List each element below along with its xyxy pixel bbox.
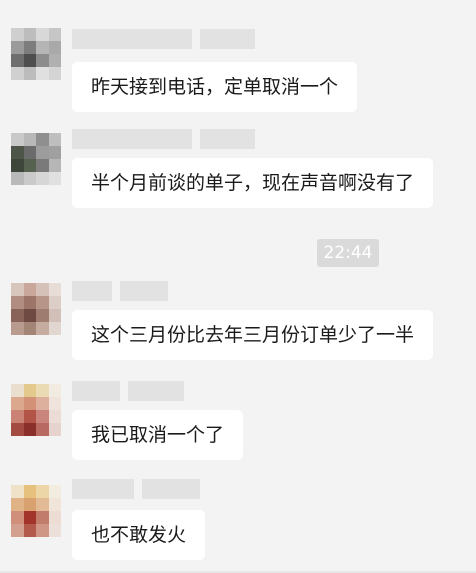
sender-name bbox=[72, 281, 168, 301]
message-bubble[interactable]: 昨天接到电话，定单取消一个 bbox=[72, 62, 358, 112]
message-bubble[interactable]: 也不敢发火 bbox=[72, 510, 206, 560]
avatar[interactable] bbox=[11, 133, 61, 185]
sender-name bbox=[72, 479, 200, 499]
message-bubble[interactable]: 半个月前谈的单子，现在声音啊没有了 bbox=[72, 158, 434, 208]
sender-name bbox=[72, 381, 184, 401]
avatar[interactable] bbox=[11, 28, 61, 80]
avatar[interactable] bbox=[11, 485, 61, 537]
avatar[interactable] bbox=[11, 384, 61, 436]
sender-name bbox=[72, 29, 255, 49]
avatar[interactable] bbox=[11, 283, 61, 335]
message-bubble[interactable]: 这个三月份比去年三月份订单少了一半 bbox=[72, 310, 434, 360]
sender-name bbox=[72, 129, 255, 149]
message-bubble[interactable]: 我已取消一个了 bbox=[72, 410, 244, 460]
timestamp: 22:44 bbox=[317, 239, 379, 267]
